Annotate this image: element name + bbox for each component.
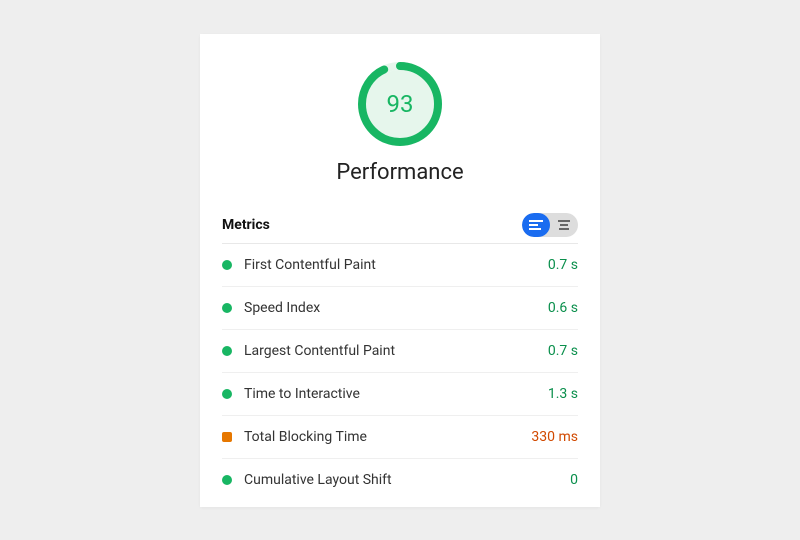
metric-value: 0 <box>570 472 578 488</box>
metric-value: 0.7 s <box>548 343 578 359</box>
status-dot-icon <box>222 475 232 485</box>
metrics-list: First Contentful Paint0.7 sSpeed Index0.… <box>222 244 578 501</box>
metric-value: 0.6 s <box>548 300 578 316</box>
metric-row: Cumulative Layout Shift0 <box>222 459 578 501</box>
status-dot-icon <box>222 260 232 270</box>
status-dot-icon <box>222 389 232 399</box>
metrics-header: Metrics <box>222 207 578 244</box>
metric-row: First Contentful Paint0.7 s <box>222 244 578 287</box>
metric-label: Total Blocking Time <box>244 429 531 445</box>
status-square-icon <box>222 432 232 442</box>
metrics-heading: Metrics <box>222 217 270 233</box>
metric-label: First Contentful Paint <box>244 257 548 273</box>
metric-value: 1.3 s <box>548 386 578 402</box>
score-title: Performance <box>336 160 463 185</box>
metric-value: 0.7 s <box>548 257 578 273</box>
metric-label: Time to Interactive <box>244 386 548 402</box>
metric-row: Largest Contentful Paint0.7 s <box>222 330 578 373</box>
status-dot-icon <box>222 346 232 356</box>
score-gauge: 93 <box>358 62 442 146</box>
status-dot-icon <box>222 303 232 313</box>
align-center-icon <box>557 220 571 230</box>
metric-row: Total Blocking Time330 ms <box>222 416 578 459</box>
metric-label: Largest Contentful Paint <box>244 343 548 359</box>
metric-value: 330 ms <box>531 429 578 445</box>
performance-card: 93 Performance Metrics First Conte <box>200 34 600 507</box>
view-toggle <box>522 213 578 237</box>
metric-label: Speed Index <box>244 300 548 316</box>
align-left-icon <box>529 220 543 230</box>
toggle-expanded-button[interactable] <box>522 213 550 237</box>
score-gauge-section: 93 Performance <box>222 62 578 185</box>
metric-row: Speed Index0.6 s <box>222 287 578 330</box>
score-value: 93 <box>358 62 442 146</box>
metric-label: Cumulative Layout Shift <box>244 472 570 488</box>
toggle-compact-button[interactable] <box>550 213 578 237</box>
metric-row: Time to Interactive1.3 s <box>222 373 578 416</box>
